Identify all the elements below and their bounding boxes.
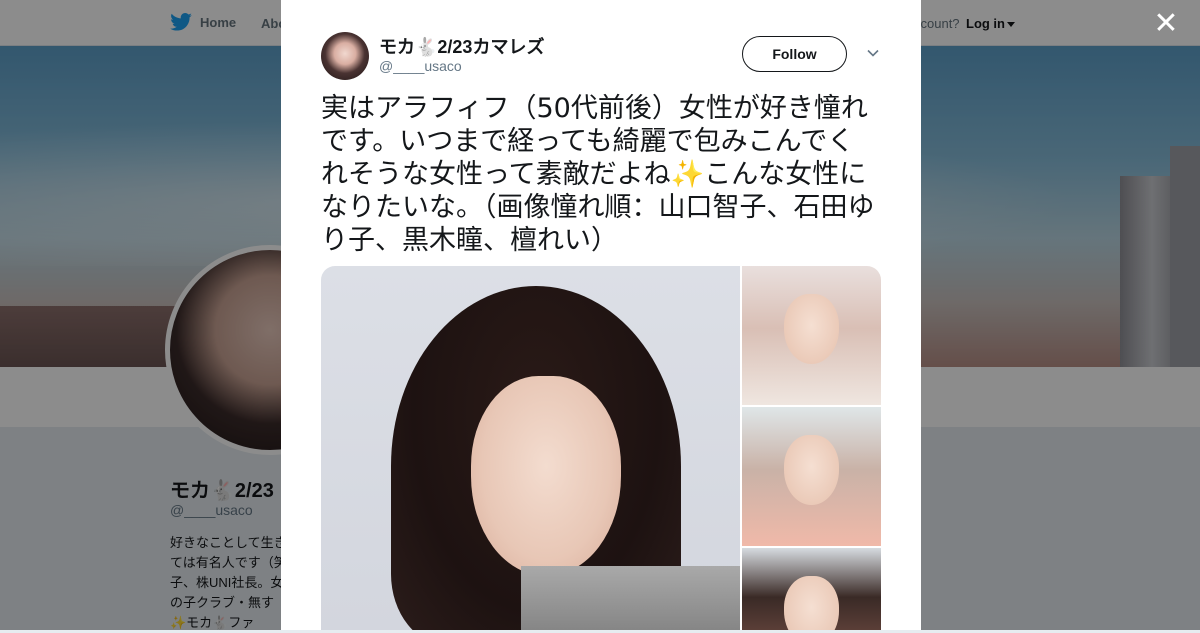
tweet-text: 実はアラフィフ（50代前後）女性が好き憧れです。いつまで経っても綺麗で包みこんで… — [321, 93, 875, 256]
media-photo-4[interactable] — [742, 548, 881, 630]
follow-button[interactable]: Follow — [742, 36, 847, 72]
chevron-down-icon[interactable] — [866, 46, 880, 60]
media-photo-1[interactable] — [321, 266, 740, 630]
close-icon[interactable]: ✕ — [1152, 9, 1180, 39]
author-handle[interactable]: @____usaco — [379, 58, 462, 74]
tweet-media-grid — [321, 266, 881, 630]
author-name[interactable]: モカ🐇2/23カマレズ — [379, 33, 544, 59]
media-photo-2[interactable] — [742, 266, 881, 405]
media-photo-3[interactable] — [742, 407, 881, 546]
author-avatar[interactable] — [321, 32, 369, 80]
tweet-modal: モカ🐇2/23カマレズ @____usaco Follow 実はアラフィフ（50… — [281, 0, 921, 630]
